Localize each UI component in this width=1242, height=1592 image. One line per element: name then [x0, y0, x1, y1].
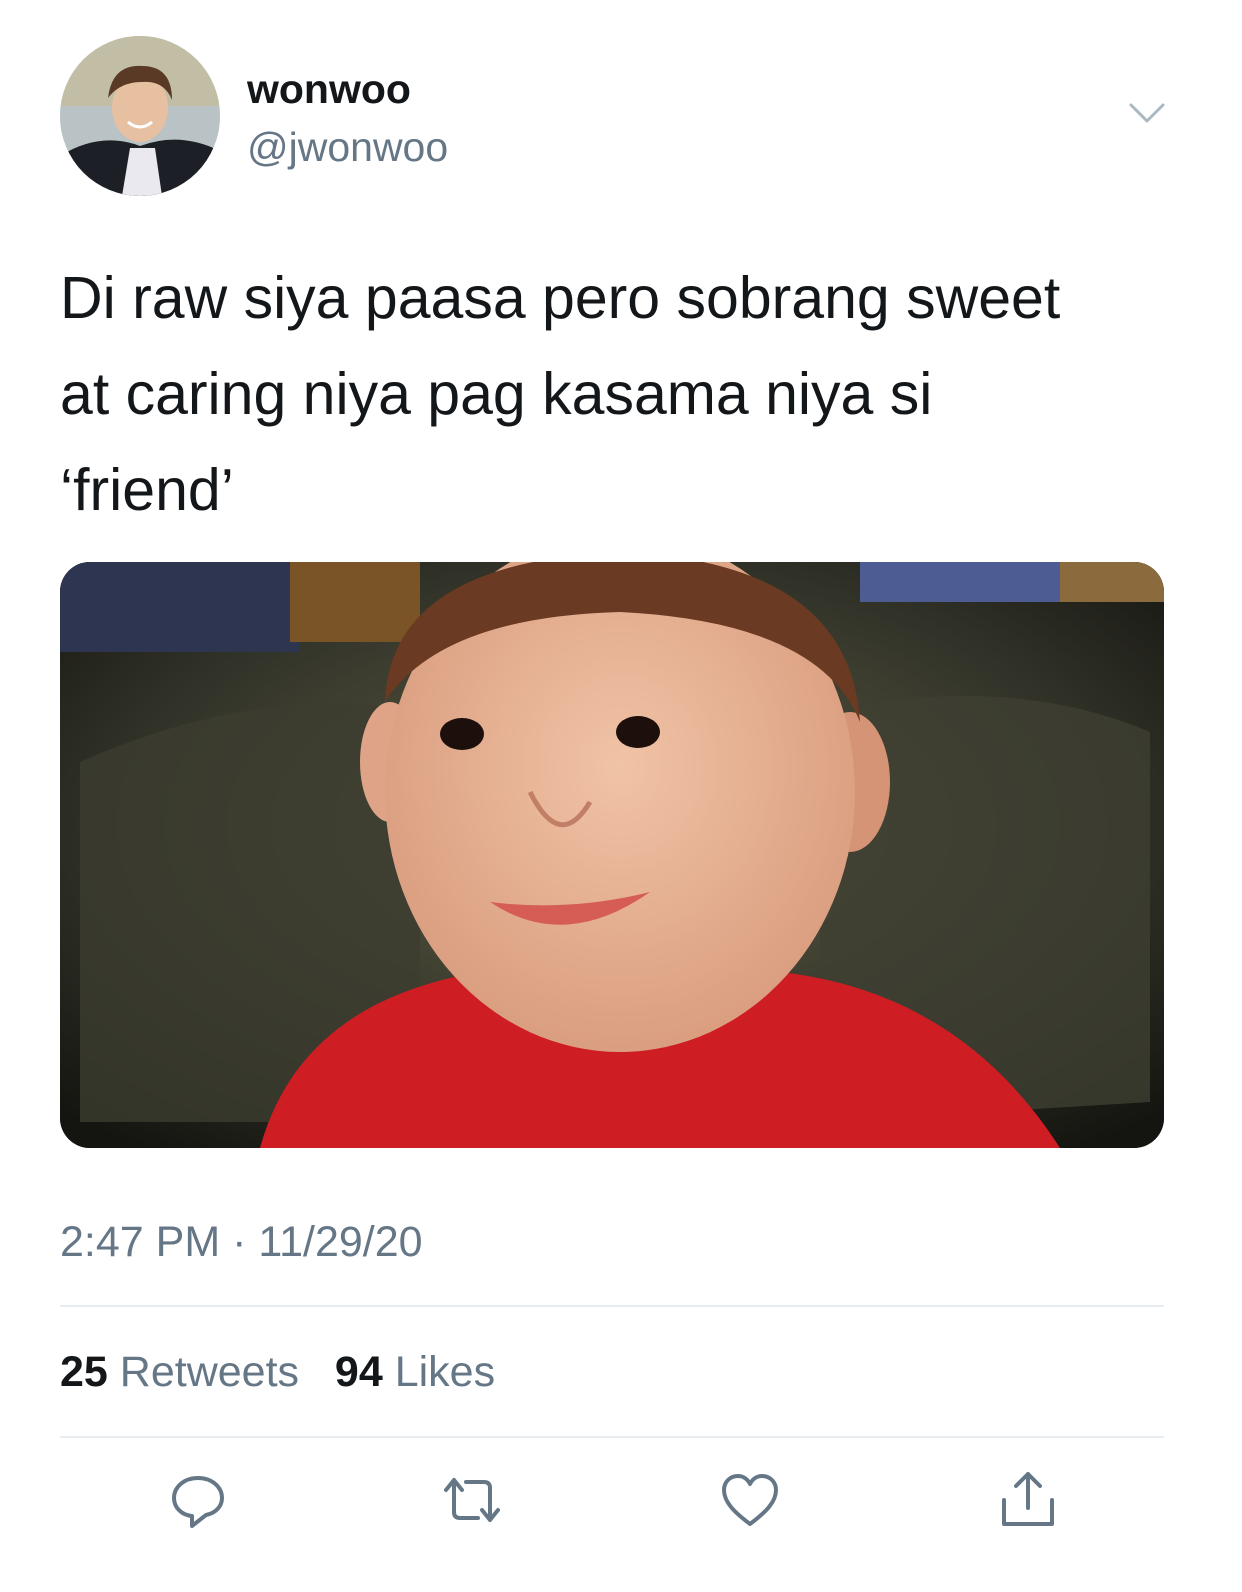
tweet-text-line: at caring niya pag kasama niya si — [60, 361, 933, 427]
media-photo — [60, 562, 1164, 1148]
tweet-time: 2:47 PM — [60, 1218, 221, 1266]
chevron-down-icon[interactable] — [1128, 100, 1166, 126]
reply-button[interactable] — [166, 1468, 230, 1532]
retweets-label: Retweets — [119, 1348, 300, 1396]
tweet-stats: 25 Retweets 94 Likes — [60, 1348, 495, 1397]
likes-label: Likes — [394, 1348, 496, 1396]
share-button[interactable] — [996, 1468, 1060, 1532]
author-name[interactable]: wonwoo — [247, 66, 411, 113]
likes-stat[interactable]: 94 Likes — [335, 1348, 495, 1396]
tweet-text-line: ‘friend’ — [60, 457, 234, 523]
tweet-text: Di raw siya paasa pero sobrang sweet at … — [60, 250, 1180, 538]
divider — [60, 1305, 1164, 1307]
tweet-timestamp[interactable]: 2:47 PM · 11/29/20 — [60, 1218, 423, 1267]
timestamp-separator: · — [232, 1218, 247, 1266]
avatar-photo — [60, 36, 220, 196]
heart-icon — [722, 1474, 778, 1526]
tweet-date: 11/29/20 — [258, 1218, 423, 1266]
like-button[interactable] — [718, 1468, 782, 1532]
tweet-media-image[interactable] — [60, 562, 1164, 1148]
retweets-count: 25 — [60, 1348, 108, 1396]
retweets-stat[interactable]: 25 Retweets — [60, 1348, 311, 1396]
reply-icon — [172, 1476, 224, 1528]
share-icon — [1002, 1472, 1054, 1526]
divider — [60, 1436, 1164, 1438]
avatar[interactable] — [60, 36, 220, 196]
author-handle[interactable]: @jwonwoo — [247, 124, 448, 171]
retweet-icon — [444, 1478, 500, 1522]
likes-count: 94 — [334, 1348, 383, 1396]
retweet-button[interactable] — [440, 1468, 504, 1532]
tweet-text-line: Di raw siya paasa pero sobrang sweet — [60, 265, 1061, 331]
